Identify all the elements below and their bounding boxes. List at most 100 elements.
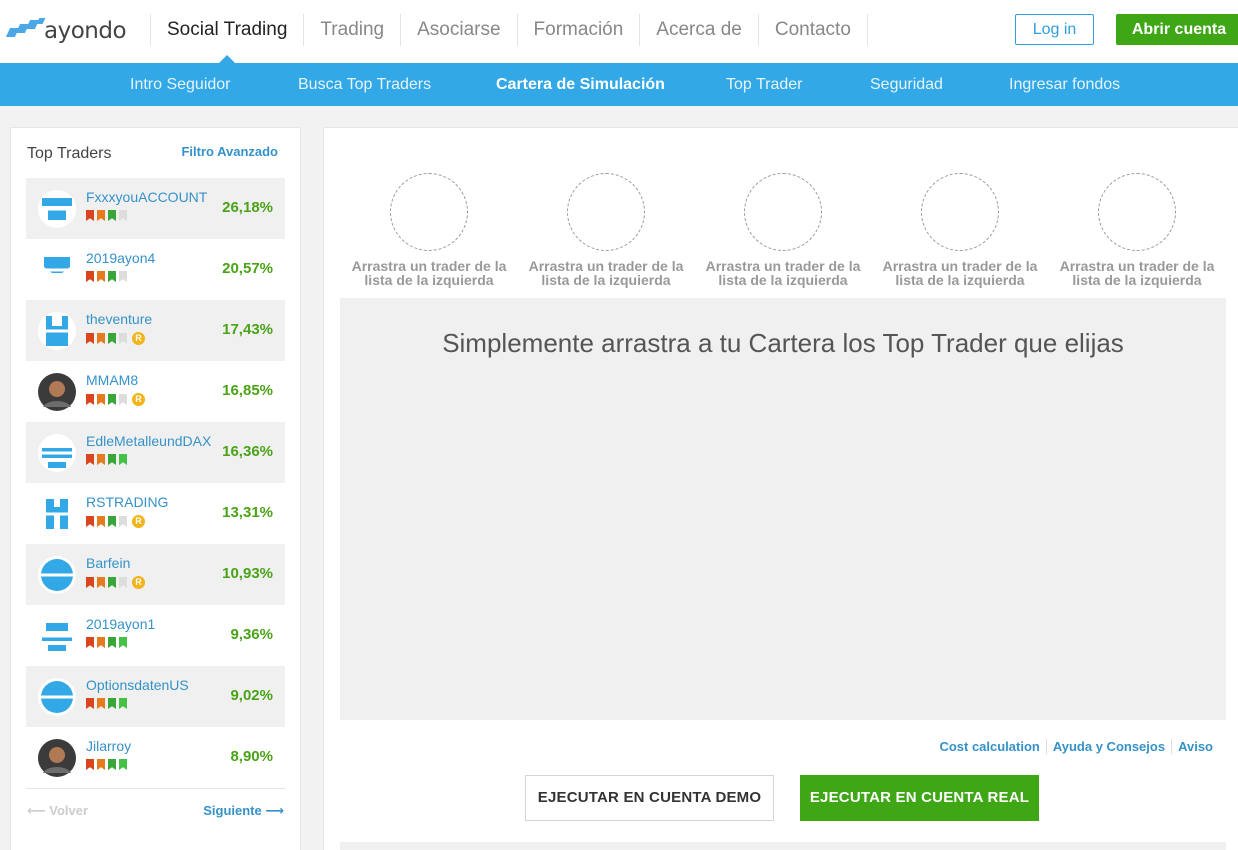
- run-real-account-button[interactable]: EJECUTAR EN CUENTA REAL: [800, 775, 1039, 821]
- risk-level-bar: [108, 210, 116, 221]
- nav-acerca-de[interactable]: Acerca de: [639, 14, 758, 46]
- nav-trading[interactable]: Trading: [303, 14, 400, 46]
- next-page-link[interactable]: Siguiente ⟶: [203, 803, 284, 819]
- trader-row[interactable]: 2019ayon1 9,36%: [26, 605, 285, 666]
- r-badge-icon: R: [132, 515, 145, 528]
- trader-pattern-avatar: [38, 556, 76, 594]
- cost-calculation-link[interactable]: Cost calculation: [933, 739, 1045, 754]
- trader-photo-avatar: [38, 373, 76, 411]
- risk-level-bar: [108, 333, 116, 344]
- advanced-filter-link[interactable]: Filtro Avanzado: [181, 144, 278, 159]
- trader-row[interactable]: EdleMetalleundDAX 16,36%: [26, 422, 285, 483]
- r-badge-icon: R: [132, 332, 145, 345]
- logo-text: ayondo: [44, 18, 127, 44]
- trader-return: 8,90%: [230, 748, 273, 765]
- subnav-busca-top-traders[interactable]: Busca Top Traders: [298, 63, 431, 106]
- bottom-strip: [340, 842, 1226, 850]
- notice-link[interactable]: Aviso: [1171, 739, 1219, 754]
- trader-name[interactable]: Jilarroy: [86, 738, 131, 754]
- trader-name[interactable]: 2019ayon1: [86, 616, 155, 632]
- nav-asociarse[interactable]: Asociarse: [400, 14, 516, 46]
- trader-row[interactable]: MMAM8 R 16,85%: [26, 361, 285, 422]
- risk-level-indicator: R: [86, 576, 145, 589]
- sub-nav: Intro Seguidor Busca Top Traders Cartera…: [0, 63, 1238, 106]
- risk-level-bar: [97, 454, 105, 465]
- trader-name[interactable]: OptionsdatenUS: [86, 677, 189, 693]
- help-links: Cost calculation Ayuda y Consejos Aviso: [933, 739, 1219, 754]
- risk-level-bar: [119, 577, 127, 588]
- divider: [26, 788, 285, 789]
- trader-return: 20,57%: [222, 260, 273, 277]
- portfolio-drop-zone[interactable]: Simplemente arrastra a tu Cartera los To…: [340, 298, 1226, 720]
- subnav-cartera-simulacion[interactable]: Cartera de Simulación: [496, 63, 665, 106]
- risk-level-indicator: [86, 698, 130, 709]
- risk-level-bar: [119, 271, 127, 282]
- drop-instructions: Simplemente arrastra a tu Cartera los To…: [442, 328, 1124, 358]
- trader-name[interactable]: FxxxyouACCOUNT: [86, 189, 207, 205]
- portfolio-slot[interactable]: Arrastra un trader de la lista de la izq…: [349, 173, 509, 287]
- trader-name[interactable]: 2019ayon4: [86, 250, 155, 266]
- empty-slot-circle: [1098, 173, 1176, 251]
- risk-level-bar: [108, 637, 116, 648]
- subnav-seguridad[interactable]: Seguridad: [870, 63, 943, 106]
- trader-row[interactable]: FxxxyouACCOUNT 26,18%: [26, 178, 285, 239]
- previous-page-link[interactable]: ⟵ Volver: [27, 803, 88, 819]
- trader-photo-avatar: [38, 739, 76, 777]
- subnav-ingresar-fondos[interactable]: Ingresar fondos: [1009, 63, 1120, 106]
- risk-level-bar: [97, 210, 105, 221]
- login-button[interactable]: Log in: [1015, 14, 1094, 45]
- portfolio-slot[interactable]: Arrastra un trader de la lista de la izq…: [880, 173, 1040, 287]
- trader-row[interactable]: theventure R 17,43%: [26, 300, 285, 361]
- risk-level-bar: [97, 759, 105, 770]
- slot-caption: Arrastra un trader de la lista de la izq…: [1059, 258, 1215, 288]
- trader-name[interactable]: EdleMetalleundDAX: [86, 433, 211, 449]
- risk-level-bar: [119, 454, 127, 465]
- help-tips-link[interactable]: Ayuda y Consejos: [1045, 739, 1171, 754]
- risk-level-bar: [86, 698, 94, 709]
- trader-row[interactable]: 2019ayon4 20,57%: [26, 239, 285, 300]
- trader-row[interactable]: Jilarroy 8,90%: [26, 727, 285, 788]
- trader-return: 10,93%: [222, 565, 273, 582]
- open-account-button[interactable]: Abrir cuenta: [1116, 14, 1238, 45]
- run-demo-account-button[interactable]: EJECUTAR EN CUENTA DEMO: [525, 775, 774, 821]
- risk-level-bar: [86, 394, 94, 405]
- trader-pattern-avatar: [38, 434, 76, 472]
- subnav-top-trader[interactable]: Top Trader: [726, 63, 802, 106]
- risk-level-bar: [108, 516, 116, 527]
- risk-level-indicator: [86, 454, 130, 465]
- risk-level-bar: [108, 394, 116, 405]
- trader-name[interactable]: RSTRADING: [86, 494, 168, 510]
- ayondo-logo[interactable]: ayondo: [5, 14, 127, 44]
- risk-level-bar: [86, 637, 94, 648]
- empty-slot-circle: [921, 173, 999, 251]
- trader-row[interactable]: OptionsdatenUS 9,02%: [26, 666, 285, 727]
- trader-pattern-avatar: [38, 617, 76, 655]
- risk-level-bar: [86, 210, 94, 221]
- portfolio-slot[interactable]: Arrastra un trader de la lista de la izq…: [1057, 173, 1217, 287]
- portfolio-slot[interactable]: Arrastra un trader de la lista de la izq…: [526, 173, 686, 287]
- nav-formacion[interactable]: Formación: [516, 14, 640, 46]
- subnav-intro-seguidor[interactable]: Intro Seguidor: [130, 63, 231, 106]
- nav-contacto[interactable]: Contacto: [757, 14, 868, 46]
- main-nav: Social Trading Trading Asociarse Formaci…: [150, 14, 868, 63]
- risk-level-bar: [119, 333, 127, 344]
- trader-name[interactable]: Barfein: [86, 555, 130, 571]
- portfolio-slot[interactable]: Arrastra un trader de la lista de la izq…: [703, 173, 863, 287]
- trader-name[interactable]: MMAM8: [86, 372, 138, 388]
- risk-level-bar: [97, 271, 105, 282]
- risk-level-bar: [97, 637, 105, 648]
- trader-return: 13,31%: [222, 504, 273, 521]
- nav-social-trading[interactable]: Social Trading: [150, 14, 303, 63]
- trader-row[interactable]: RSTRADING R 13,31%: [26, 483, 285, 544]
- risk-level-bar: [97, 577, 105, 588]
- trader-name[interactable]: theventure: [86, 311, 152, 327]
- trader-row[interactable]: Barfein R 10,93%: [26, 544, 285, 605]
- risk-level-bar: [97, 333, 105, 344]
- slot-caption: Arrastra un trader de la lista de la izq…: [705, 258, 861, 288]
- risk-level-bar: [119, 394, 127, 405]
- empty-slot-circle: [567, 173, 645, 251]
- trader-return: 17,43%: [222, 321, 273, 338]
- trader-return: 16,36%: [222, 443, 273, 460]
- risk-level-bar: [86, 333, 94, 344]
- trader-return: 16,85%: [222, 382, 273, 399]
